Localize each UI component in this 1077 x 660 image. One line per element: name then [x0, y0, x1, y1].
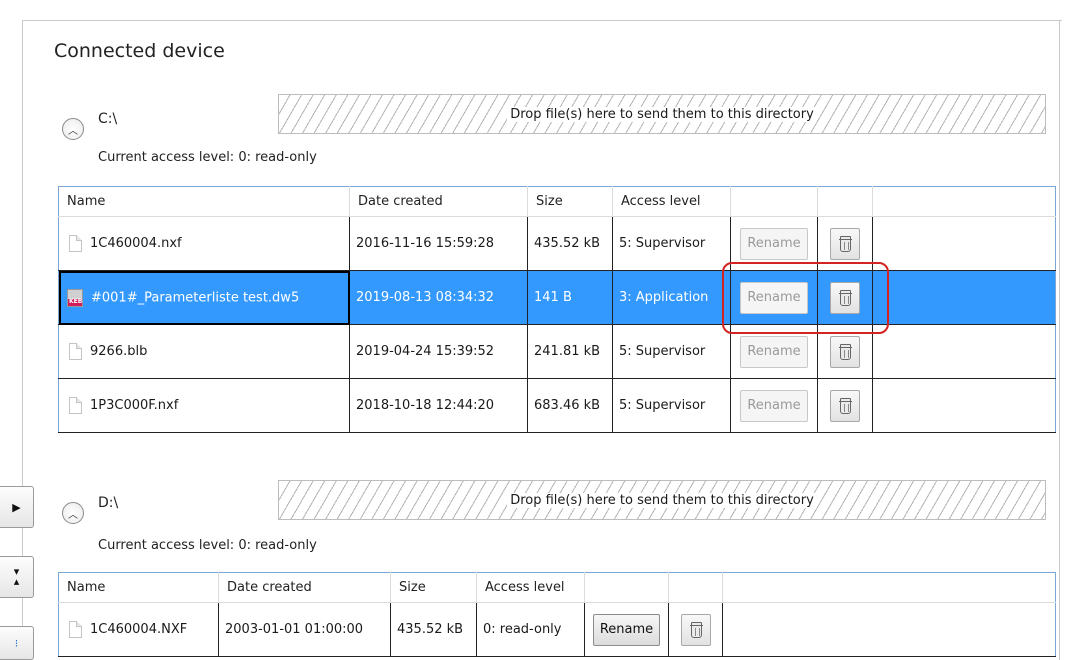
file-icon — [69, 621, 82, 638]
access-level-c: Current access level: 0: read-only — [98, 150, 317, 165]
side-nav-button-1[interactable]: ▶ — [0, 486, 34, 528]
table-header-row: Name Date created Size Access level — [58, 186, 1056, 217]
column-header-rename — [730, 186, 818, 217]
table-row[interactable]: KEB #001#_Parameterliste test.dw5 2019-08-… — [58, 270, 1056, 325]
file-size: 683.46 kB — [527, 378, 613, 433]
file-name: 1C460004.NXF — [90, 622, 188, 637]
file-access-level: 3: Application — [612, 270, 731, 325]
filler-cell — [872, 324, 1056, 379]
file-access-level: 5: Supervisor — [612, 216, 731, 271]
rename-button[interactable]: Rename — [592, 613, 661, 646]
file-name-cell[interactable]: 9266.blb — [58, 324, 350, 379]
drive-c-path: C:\ — [98, 111, 118, 127]
rename-cell: Rename — [730, 378, 818, 433]
file-icon — [69, 343, 82, 360]
rename-button[interactable]: Rename — [740, 227, 808, 260]
column-header-access[interactable]: Access level — [476, 572, 585, 603]
column-header-name[interactable]: Name — [58, 572, 219, 603]
keb-icon-label: KEB — [69, 297, 83, 305]
window-border-top — [22, 20, 1062, 21]
file-name-cell[interactable]: 1C460004.nxf — [58, 216, 350, 271]
file-date: 2016-11-16 15:59:28 — [349, 216, 528, 271]
dropzone-c-label: Drop file(s) here to send them to this d… — [507, 106, 817, 122]
column-header-access[interactable]: Access level — [612, 186, 731, 217]
column-header-delete — [668, 572, 723, 603]
page-title: Connected device — [54, 40, 225, 62]
file-name: 1P3C000F.nxf — [90, 398, 179, 413]
file-name: 1C460004.nxf — [90, 236, 182, 251]
chevron-up-icon: ︿ — [68, 125, 78, 137]
access-level-d: Current access level: 0: read-only — [98, 538, 317, 553]
delete-button[interactable] — [830, 227, 860, 260]
delete-cell — [817, 378, 873, 433]
chevron-up-icon: ︿ — [68, 509, 78, 521]
file-date: 2018-10-18 12:44:20 — [349, 378, 528, 433]
filler-cell — [722, 602, 1056, 657]
rename-button[interactable]: Rename — [740, 389, 808, 422]
table-header-row: Name Date created Size Access level — [58, 572, 1056, 603]
file-name-cell[interactable]: 1P3C000F.nxf — [58, 378, 350, 433]
play-icon: ▶ — [12, 500, 21, 514]
file-access-level: 5: Supervisor — [612, 324, 731, 379]
file-name-cell[interactable]: 1C460004.NXF — [58, 602, 219, 657]
column-header-size[interactable]: Size — [390, 572, 477, 603]
window-border-right — [1059, 20, 1060, 660]
file-access-level: 5: Supervisor — [612, 378, 731, 433]
filler-cell — [872, 270, 1056, 325]
collapse-c-button[interactable]: ︿ — [62, 118, 84, 140]
file-size: 435.52 kB — [527, 216, 613, 271]
table-row[interactable]: 9266.blb 2019-04-24 15:39:52 241.81 kB 5: S… — [58, 324, 1056, 379]
delete-cell — [668, 602, 723, 657]
table-row[interactable]: 1C460004.nxf 2016-11-16 15:59:28 435.52 kB… — [58, 216, 1056, 271]
collapse-d-button[interactable]: ︿ — [62, 502, 84, 524]
delete-button[interactable] — [680, 613, 711, 646]
drive-d-path: D:\ — [98, 495, 119, 511]
keb-file-icon: KEB — [67, 288, 83, 307]
file-date: 2019-04-24 15:39:52 — [349, 324, 528, 379]
file-table-d: Name Date created Size Access level 1C46… — [58, 572, 1056, 657]
dropzone-c[interactable]: Drop file(s) here to send them to this d… — [278, 94, 1046, 134]
trash-icon — [839, 235, 852, 252]
column-header-name[interactable]: Name — [58, 186, 350, 217]
column-header-delete — [817, 186, 873, 217]
file-size: 141 B — [527, 270, 613, 325]
column-header-date[interactable]: Date created — [218, 572, 391, 603]
file-size: 241.81 kB — [527, 324, 613, 379]
file-date: 2019-08-13 08:34:32 — [349, 270, 528, 325]
file-name: 9266.blb — [90, 344, 148, 359]
delete-button[interactable] — [830, 389, 860, 422]
file-date: 2003-01-01 01:00:00 — [218, 602, 391, 657]
column-header-rename — [584, 572, 669, 603]
column-header-size[interactable]: Size — [527, 186, 613, 217]
highlight-annotation — [722, 262, 889, 334]
sort-icon: ▾ ▴ — [13, 565, 20, 588]
filler-cell — [872, 216, 1056, 271]
dropzone-d-label: Drop file(s) here to send them to this d… — [507, 492, 817, 508]
table-row[interactable]: 1P3C000F.nxf 2018-10-18 12:44:20 683.46 kB… — [58, 378, 1056, 433]
column-header-filler — [872, 186, 1056, 217]
delete-button[interactable] — [830, 335, 860, 368]
file-name: #001#_Parameterliste test.dw5 — [91, 290, 300, 305]
file-name-cell[interactable]: KEB #001#_Parameterliste test.dw5 — [58, 270, 350, 325]
file-icon — [69, 397, 82, 414]
side-nav-button-2[interactable]: ▾ ▴ — [0, 556, 34, 598]
table-row[interactable]: 1C460004.NXF 2003-01-01 01:00:00 435.52 kB… — [58, 602, 1056, 657]
filler-cell — [872, 378, 1056, 433]
trash-icon — [839, 343, 852, 360]
rename-button[interactable]: Rename — [740, 335, 808, 368]
column-header-filler — [722, 572, 1056, 603]
dropzone-d[interactable]: Drop file(s) here to send them to this d… — [278, 480, 1046, 520]
column-header-date[interactable]: Date created — [349, 186, 528, 217]
file-size: 435.52 kB — [390, 602, 477, 657]
rename-cell: Rename — [584, 602, 669, 657]
file-icon — [69, 235, 82, 252]
file-table-c: Name Date created Size Access level 1C46… — [58, 186, 1056, 433]
side-nav-button-3[interactable]: ⁝ — [0, 626, 34, 660]
file-access-level: 0: read-only — [476, 602, 585, 657]
trash-icon — [839, 397, 852, 414]
trash-icon — [689, 621, 703, 638]
tool-icon: ⁝ — [14, 636, 19, 650]
